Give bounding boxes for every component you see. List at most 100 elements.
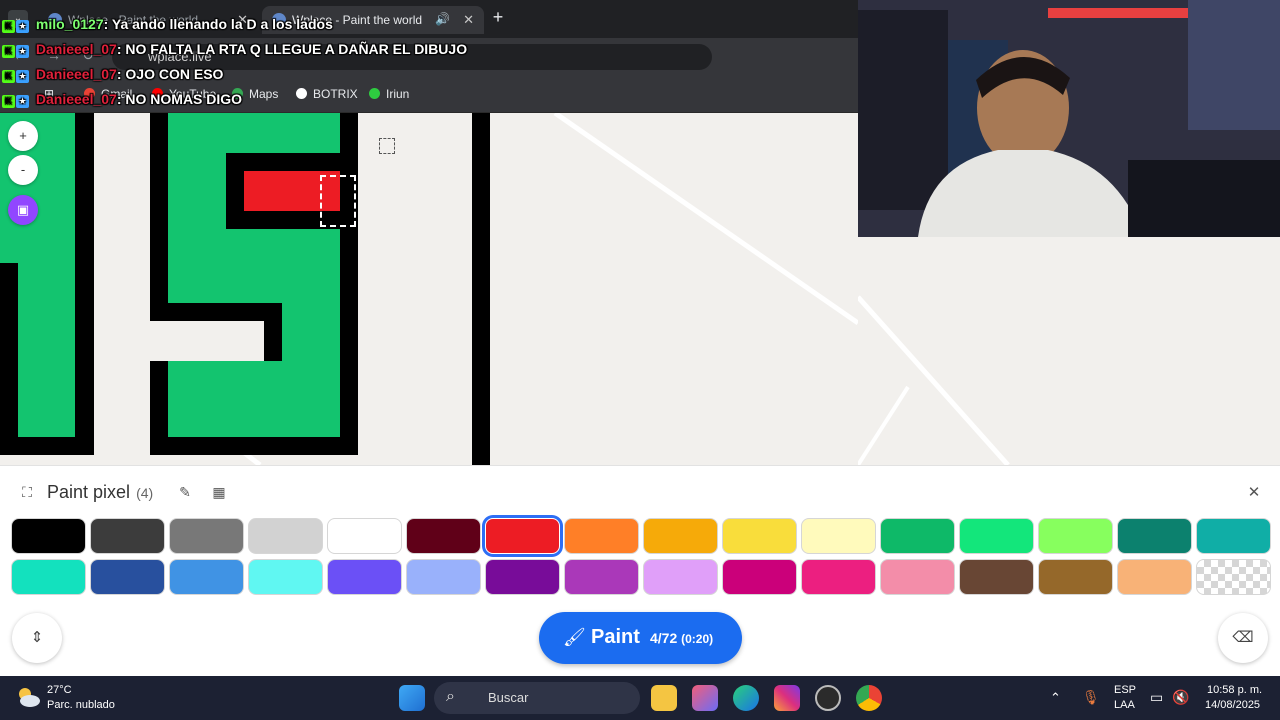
subscriber-badge-icon: ★ [16, 20, 29, 34]
kick-badge-icon: K [2, 45, 15, 59]
color-swatch[interactable] [1196, 559, 1271, 595]
color-swatch[interactable] [722, 518, 797, 554]
partly-cloudy-icon [19, 688, 40, 707]
brush-icon: 🖌 [563, 627, 586, 647]
twitch-icon[interactable]: ▣ [8, 195, 38, 225]
temperature: 27°C [47, 684, 72, 696]
pixel-art-green [168, 379, 340, 437]
color-swatch[interactable] [1117, 559, 1192, 595]
webcam-scene [858, 0, 1280, 237]
color-swatch[interactable] [169, 559, 244, 595]
clock-time[interactable]: 10:58 p. m. [1207, 684, 1262, 696]
chat-message: K ★ milo_0127: Ya ando llenando la D a lo… [2, 16, 467, 41]
network-icon[interactable]: ▭ [1150, 689, 1163, 706]
color-swatch[interactable] [643, 559, 718, 595]
kick-badge-icon: K [2, 95, 15, 109]
color-swatch[interactable] [959, 518, 1034, 554]
zoom-in-button[interactable]: + [8, 121, 38, 151]
streamer-webcam [858, 0, 1280, 237]
pixel-art-outline [150, 285, 168, 303]
crosshair-cursor-icon [379, 138, 395, 154]
kick-badge-icon: K [2, 20, 15, 34]
map-roads [858, 295, 1010, 465]
pixel-count: (4) [136, 485, 154, 501]
subscriber-badge-icon: ★ [16, 45, 29, 59]
pixel-selection [320, 175, 356, 227]
close-panel-icon[interactable]: ✕ [1244, 483, 1264, 501]
volume-muted-icon[interactable]: 🔇 [1172, 689, 1189, 706]
paint-button[interactable]: 🖌 Paint 4/72 (0:20) [539, 612, 742, 664]
canvas-empty [340, 455, 358, 465]
chat-text: : OJO CON ESO [116, 66, 224, 82]
color-swatch[interactable] [11, 518, 86, 554]
obs-icon[interactable] [815, 685, 841, 711]
chat-text: : NO NOMAS DIGO [116, 91, 243, 107]
color-swatch[interactable] [485, 518, 560, 554]
color-swatch[interactable] [801, 518, 876, 554]
eyedropper-icon[interactable]: ✎ [176, 484, 194, 501]
chat-message: K ★ Danieeel_07: NO FALTA LA RTA Q LLEGUE… [2, 41, 467, 66]
show-hidden-icons[interactable]: ⌃ [1050, 690, 1061, 706]
color-swatch[interactable] [880, 518, 955, 554]
color-swatch[interactable] [248, 559, 323, 595]
pixel-canvas[interactable]: + - ▣ [0, 113, 858, 465]
paint-charges: 4/72 (0:20) [650, 630, 714, 646]
paint-panel: ⛶ Paint pixel (4) ✎ ▦ ✕ ⇕ 🖌 Paint 4/72 (0… [0, 465, 1280, 676]
copilot-icon[interactable] [692, 685, 718, 711]
weather-text: Parc. nublado [47, 699, 115, 711]
canvas-empty [94, 303, 150, 455]
zoom-out-button[interactable]: - [8, 155, 38, 185]
instagram-icon[interactable] [774, 685, 800, 711]
color-swatch[interactable] [1117, 518, 1192, 554]
color-swatch[interactable] [248, 518, 323, 554]
taskbar-search[interactable]: ⌕ Buscar [434, 682, 640, 714]
pixel-canvas-right[interactable] [858, 237, 1280, 465]
color-swatch[interactable] [722, 559, 797, 595]
subscriber-badge-icon: ★ [16, 70, 29, 84]
color-swatch[interactable] [564, 518, 639, 554]
chrome-icon[interactable] [856, 685, 882, 711]
microphone-icon[interactable]: 🎙 [1082, 689, 1100, 706]
color-swatch[interactable] [1038, 518, 1113, 554]
expand-icon[interactable]: ⛶ [18, 484, 36, 501]
search-icon: ⌕ [446, 688, 455, 705]
input-language[interactable]: ESP [1114, 684, 1136, 696]
color-swatch[interactable] [1038, 559, 1113, 595]
stream-chat-overlay: K ★ milo_0127: Ya ando llenando la D a lo… [2, 16, 467, 116]
color-swatch[interactable] [11, 559, 86, 595]
chat-username: Danieeel_07 [35, 66, 117, 82]
color-swatch[interactable] [406, 559, 481, 595]
subscriber-badge-icon: ★ [16, 95, 29, 109]
file-explorer-icon[interactable] [651, 685, 677, 711]
chat-username: Danieeel_07 [35, 41, 117, 57]
color-swatch[interactable] [643, 518, 718, 554]
color-swatch[interactable] [327, 518, 402, 554]
new-tab-button[interactable]: + [488, 7, 508, 29]
color-swatch[interactable] [959, 559, 1034, 595]
panel-title: Paint pixel (4) [47, 482, 154, 502]
color-swatch[interactable] [564, 559, 639, 595]
color-swatch[interactable] [406, 518, 481, 554]
chat-username: milo_0127 [35, 16, 104, 32]
eraser-icon[interactable]: ⌫ [1218, 613, 1268, 663]
color-swatch[interactable] [1196, 518, 1271, 554]
pixel-art-outline [472, 113, 490, 465]
clock-date[interactable]: 14/08/2025 [1205, 699, 1260, 711]
windows-start-icon[interactable] [399, 685, 425, 711]
color-swatch[interactable] [801, 559, 876, 595]
chat-username: Danieeel_07 [35, 91, 117, 107]
color-swatch[interactable] [880, 559, 955, 595]
color-swatch[interactable] [327, 559, 402, 595]
chat-text: : NO FALTA LA RTA Q LLEGUE A DAÑAR EL DI… [116, 41, 468, 57]
chat-text: : Ya ando llenando la D a los lados [103, 16, 333, 32]
collapse-toggle-icon[interactable]: ⇕ [12, 613, 62, 663]
edge-icon[interactable] [733, 685, 759, 711]
canvas-empty [150, 321, 264, 361]
chat-message: K ★ Danieeel_07: NO NOMAS DIGO [2, 91, 467, 116]
color-swatch[interactable] [485, 559, 560, 595]
keyboard-layout[interactable]: LAA [1114, 699, 1135, 711]
color-swatch[interactable] [90, 518, 165, 554]
color-swatch[interactable] [90, 559, 165, 595]
palette-grid-icon[interactable]: ▦ [210, 484, 228, 501]
color-swatch[interactable] [169, 518, 244, 554]
